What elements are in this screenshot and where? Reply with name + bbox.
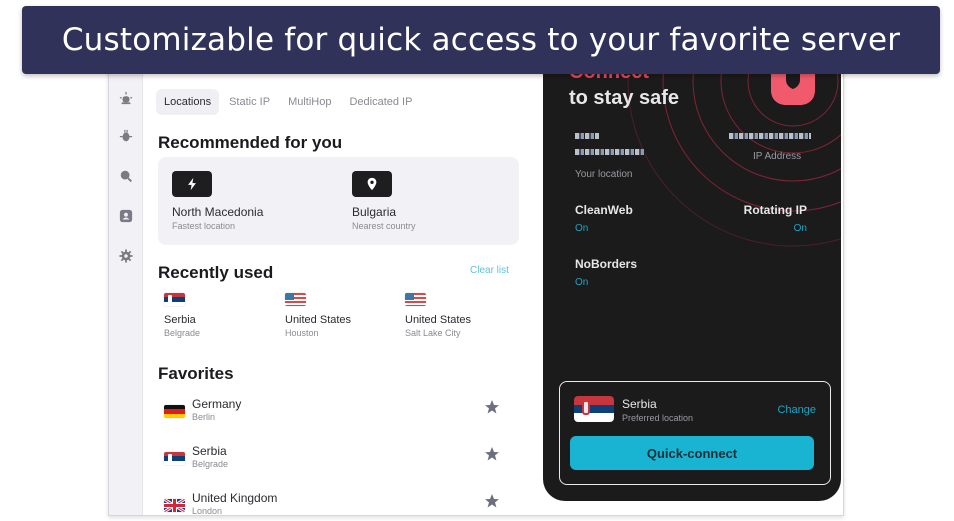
- favorite-star-icon[interactable]: [484, 493, 500, 509]
- bug-icon[interactable]: [117, 127, 135, 145]
- recent-city: Houston: [285, 328, 319, 338]
- noborders-status: On: [575, 277, 589, 288]
- ip-address-label: IP Address: [753, 151, 802, 162]
- serbia-flag-icon: [164, 293, 185, 306]
- recommended-name: Bulgaria: [352, 205, 397, 219]
- gear-icon[interactable]: [117, 247, 135, 265]
- location-blurred-line: [575, 133, 599, 139]
- recommended-item-nearest[interactable]: Bulgaria Nearest country: [352, 171, 416, 231]
- alert-siren-icon[interactable]: [117, 89, 135, 107]
- sidebar: [109, 61, 143, 515]
- recent-country: Serbia: [164, 314, 196, 326]
- quick-connect-button[interactable]: Quick-connect: [570, 436, 814, 470]
- lightning-icon: [172, 171, 212, 197]
- caption-banner: Customizable for quick access to your fa…: [22, 6, 940, 74]
- favorite-item[interactable]: Germany Berlin: [164, 397, 514, 433]
- tab-multihop[interactable]: MultiHop: [280, 89, 339, 115]
- recent-item[interactable]: United States Houston: [285, 293, 351, 338]
- cleanweb-label[interactable]: CleanWeb: [575, 203, 633, 217]
- recommended-sub: Nearest country: [352, 221, 416, 231]
- recent-item[interactable]: Serbia Belgrade: [164, 293, 200, 338]
- preferred-location-box: Serbia Preferred location Change Quick-c…: [559, 381, 831, 485]
- stay-safe-heading: to stay safe: [569, 87, 680, 109]
- usa-flag-icon: [405, 293, 426, 306]
- favorite-star-icon[interactable]: [484, 399, 500, 415]
- favorite-city: Berlin: [192, 412, 216, 422]
- favorites-heading: Favorites: [158, 364, 234, 383]
- tab-locations[interactable]: Locations: [156, 89, 220, 115]
- ip-blurred-value: [729, 133, 811, 139]
- recent-city: Salt Lake City: [405, 328, 461, 338]
- recent-country: United States: [405, 314, 472, 326]
- favorite-country: United Kingdom: [192, 491, 278, 505]
- recent-city: Belgrade: [164, 328, 201, 338]
- caption-text: Customizable for quick access to your fa…: [61, 22, 901, 58]
- rotating-ip-status: On: [793, 223, 807, 234]
- clear-list-link[interactable]: Clear list: [470, 265, 509, 276]
- favorite-city: Belgrade: [192, 459, 229, 469]
- recommended-card: North Macedonia Fastest location Bulgari…: [158, 157, 519, 245]
- rotating-ip-label[interactable]: Rotating IP: [744, 203, 807, 217]
- locations-panel: Locations Static IP MultiHop Dedicated I…: [144, 61, 564, 516]
- usa-flag-icon: [285, 293, 306, 306]
- recent-item[interactable]: United States Salt Lake City: [405, 293, 471, 338]
- location-blurred-line: [575, 149, 645, 155]
- favorite-star-icon[interactable]: [484, 446, 500, 462]
- recommended-sub: Fastest location: [172, 221, 236, 231]
- cleanweb-status: On: [575, 223, 589, 234]
- favorite-country: Germany: [192, 397, 242, 411]
- preferred-sub: Preferred location: [622, 413, 694, 423]
- uk-flag-icon: [164, 499, 185, 512]
- your-location-label: Your location: [575, 169, 633, 180]
- tab-static-ip[interactable]: Static IP: [221, 89, 278, 115]
- tab-dedicated-ip[interactable]: Dedicated IP: [341, 89, 420, 115]
- location-pin-icon: [352, 171, 392, 197]
- recommended-name: North Macedonia: [172, 205, 264, 219]
- favorite-item[interactable]: United Kingdom London: [164, 491, 514, 516]
- serbia-flag-icon: [574, 396, 614, 422]
- change-location-link[interactable]: Change: [777, 404, 816, 416]
- favorite-item[interactable]: Serbia Belgrade: [164, 444, 514, 480]
- location-tabs: Locations Static IP MultiHop Dedicated I…: [156, 89, 420, 115]
- recommended-item-fastest[interactable]: North Macedonia Fastest location: [172, 171, 263, 231]
- search-icon[interactable]: [117, 167, 135, 185]
- favorite-city: London: [192, 506, 223, 516]
- favorite-country: Serbia: [192, 444, 227, 458]
- preferred-country: Serbia: [622, 397, 657, 411]
- recent-country: United States: [285, 314, 352, 326]
- account-icon[interactable]: [117, 207, 135, 225]
- recommended-heading: Recommended for you: [158, 133, 343, 152]
- recently-used-heading: Recently used: [158, 263, 274, 282]
- connection-status-panel: Connect to stay safe Your location IP Ad…: [543, 61, 841, 501]
- serbia-flag-icon: [164, 452, 185, 465]
- noborders-label[interactable]: NoBorders: [575, 257, 637, 271]
- vpn-app-window: Locations Static IP MultiHop Dedicated I…: [108, 60, 844, 516]
- germany-flag-icon: [164, 405, 185, 418]
